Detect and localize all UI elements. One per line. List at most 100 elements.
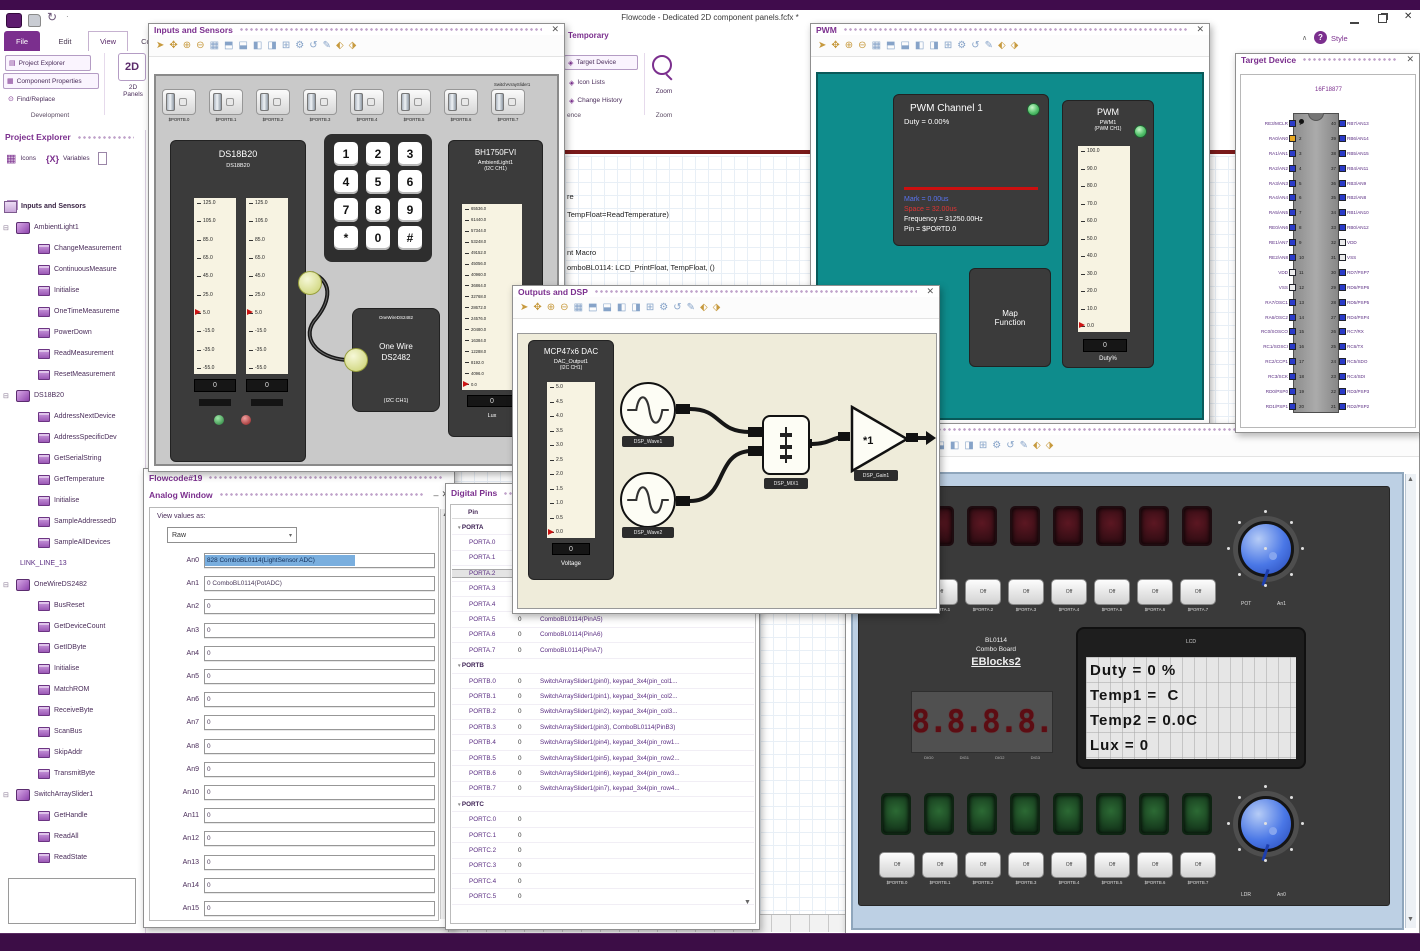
port-switch[interactable]: Off $PORTA.3 (1008, 579, 1044, 612)
port-switch[interactable]: Off $PORTB.0 (879, 852, 915, 885)
port-switch[interactable]: Off $PORTA.5 (1094, 579, 1130, 612)
switch-lever-icon[interactable] (213, 93, 222, 111)
icons-grid-icon[interactable]: ▦ (6, 152, 16, 165)
restore-button[interactable] (1378, 14, 1387, 23)
scrollbar-up-icon[interactable]: ▲ (1407, 476, 1414, 483)
tool-icon[interactable]: ✎ (985, 40, 993, 51)
chip-pin[interactable]: 38 RB5/AN15 (1327, 146, 1415, 161)
tree-item[interactable]: AddressNextDevice (2, 406, 144, 427)
tool-icon[interactable]: ⊕ (183, 40, 191, 51)
digital-pin-row[interactable]: PORTC.4 0 (452, 874, 754, 890)
tool-icon[interactable]: ✥ (831, 40, 839, 51)
tool-icon[interactable]: ⊞ (646, 302, 654, 313)
tree-item[interactable]: ReceiveByte (2, 700, 144, 721)
analog-value-input[interactable]: 0 (204, 784, 435, 800)
tool-icon[interactable]: ▦ (210, 40, 219, 51)
tool-icon[interactable]: ▦ (574, 302, 583, 313)
switch-lever-icon[interactable] (448, 93, 457, 111)
tool-icon[interactable]: ◧ (915, 40, 924, 51)
port-switch[interactable]: Off $PORTA.2 (965, 579, 1001, 612)
tool-icon[interactable]: ⬓ (900, 40, 909, 51)
ds18b20-slider-2[interactable]: 125.0 105.0 85.0 65.0 45.0 25.0 5.0 -15.0 -35.0-… (245, 197, 289, 375)
digital-pin-row[interactable]: PORTC (452, 797, 754, 813)
digital-pin-row[interactable]: PORTB.2 0 SwitchArraySlider1(pin2), keypad… (452, 705, 754, 721)
tree-item[interactable]: ContinuousMeasure (2, 259, 144, 280)
digital-scroll-down-icon[interactable]: ▼ (744, 899, 751, 906)
chip-pin[interactable]: 31 VSS (1327, 250, 1415, 265)
close-icon[interactable]: ✕ (926, 286, 934, 297)
switch-lever-icon[interactable] (166, 93, 175, 111)
tree-item[interactable]: TransmitByte (2, 763, 144, 784)
tool-icon[interactable]: ◨ (929, 40, 938, 51)
switch-lever-icon[interactable] (495, 93, 504, 111)
tree-item[interactable]: OneWireDS2482 (2, 574, 144, 595)
tool-icon[interactable]: ◨ (964, 440, 973, 451)
slider-pointer-icon[interactable] (247, 308, 253, 315)
clipped-toolbar-icon[interactable] (97, 152, 107, 165)
input-switch[interactable]: $PORTB.3 (303, 89, 337, 122)
map-function-block[interactable]: Map Function (969, 268, 1051, 367)
tree-item[interactable]: Initialise (2, 280, 144, 301)
tool-icon[interactable]: ➤ (156, 40, 164, 51)
tree-item[interactable]: SampleAddressedD (2, 511, 144, 532)
tool-icon[interactable]: ⬓ (602, 302, 611, 313)
keypad-key[interactable]: 0 (366, 226, 390, 250)
tree-item[interactable]: OneTimeMeasureme (2, 301, 144, 322)
tool-icon[interactable]: ➤ (520, 302, 528, 313)
analog-value-input[interactable]: 0 (204, 692, 435, 708)
analog-value-input[interactable]: 0 (204, 808, 435, 824)
chip-pin[interactable]: RC2/CCP1 17 (1242, 354, 1308, 369)
close-button[interactable]: ✕ (1404, 11, 1412, 22)
analog-value-input[interactable]: 828 ComboBL0114(LightSensor ADC) (204, 553, 435, 569)
chip-pin[interactable]: RA5/AN5 7 (1242, 205, 1308, 220)
chip-pin[interactable]: RA4/AN4 6 (1242, 190, 1308, 205)
tree-item[interactable]: Initialise (2, 658, 144, 679)
ribbon-icon-lists-toggle[interactable]: ◈ Icon Lists (566, 76, 636, 89)
tree-item[interactable]: ResetMeasurement (2, 364, 144, 385)
tree-item[interactable]: BusReset (2, 595, 144, 616)
chip-pin[interactable]: RA7/OSC1 13 (1242, 295, 1308, 310)
tool-icon[interactable]: ⊖ (858, 40, 866, 51)
tool-icon[interactable]: ⬓ (238, 40, 247, 51)
tree-item[interactable]: Initialise (2, 490, 144, 511)
slider-pointer-icon[interactable] (548, 529, 554, 535)
scrollbar-down-icon[interactable]: ▼ (1407, 916, 1414, 923)
chip-pin[interactable]: 27 RD4/PSP4 (1327, 310, 1415, 325)
digital-pin-row[interactable]: PORTC.0 0 (452, 812, 754, 828)
tree-item[interactable]: SkipAddr (2, 742, 144, 763)
variables-icon[interactable]: {X} (46, 154, 59, 164)
chip-pin[interactable]: RE1/AN7 9 (1242, 235, 1308, 250)
chip-pin[interactable]: 28 RD5/PSP5 (1327, 295, 1415, 310)
chip-pin[interactable]: RA0/AN0 2 (1242, 131, 1308, 146)
tool-icon[interactable]: ⊕ (845, 40, 853, 51)
chip-pin[interactable]: 34 RB1/AN10 (1327, 205, 1415, 220)
chip-pin[interactable]: 30 RD7/PSP7 (1327, 265, 1415, 280)
tree-item[interactable]: GetIDByte (2, 637, 144, 658)
keypad-key[interactable]: 9 (398, 198, 422, 222)
tree-item[interactable]: ReadMeasurement (2, 343, 144, 364)
chip-pin[interactable]: RD1/PSP1 20 (1242, 399, 1308, 414)
tree-item[interactable]: GetHandle (2, 805, 144, 826)
ribbon-component-properties-button[interactable]: ▦ Component Properties (3, 73, 99, 89)
tool-icon[interactable]: ⚙ (992, 440, 1001, 451)
tool-icon[interactable]: ⊖ (196, 40, 204, 51)
chip-pin[interactable]: 22 RD3/PSP3 (1327, 384, 1415, 399)
tool-icon[interactable]: ⊞ (282, 40, 290, 51)
port-switch[interactable]: Off $PORTB.1 (922, 852, 958, 885)
input-switch[interactable]: $PORTB.6 (444, 89, 478, 122)
switch-lever-icon[interactable] (354, 93, 363, 111)
tool-icon[interactable]: ⬗ (1011, 40, 1019, 51)
slider-pointer-icon[interactable] (1079, 322, 1085, 328)
ds18b20-slider-1[interactable]: 125.0 105.0 85.0 65.0 45.0 25.0 5.0 -15.0 -35.0-… (193, 197, 237, 375)
keypad-key[interactable]: 6 (398, 170, 422, 194)
tool-icon[interactable]: ⬖ (700, 302, 708, 313)
tab-file[interactable]: File (4, 31, 40, 51)
keypad-key[interactable]: 3 (398, 142, 422, 166)
view-mode-dropdown[interactable]: Raw ▾ (167, 527, 297, 543)
keypad-key[interactable]: # (398, 226, 422, 250)
tool-icon[interactable]: ⊞ (944, 40, 952, 51)
analog-value-input[interactable]: 0 (204, 599, 435, 615)
minimize-icon[interactable]: – (433, 490, 438, 500)
tool-icon[interactable]: ↺ (309, 40, 317, 51)
chip-pin[interactable]: RA6/OSC2 14 (1242, 310, 1308, 325)
